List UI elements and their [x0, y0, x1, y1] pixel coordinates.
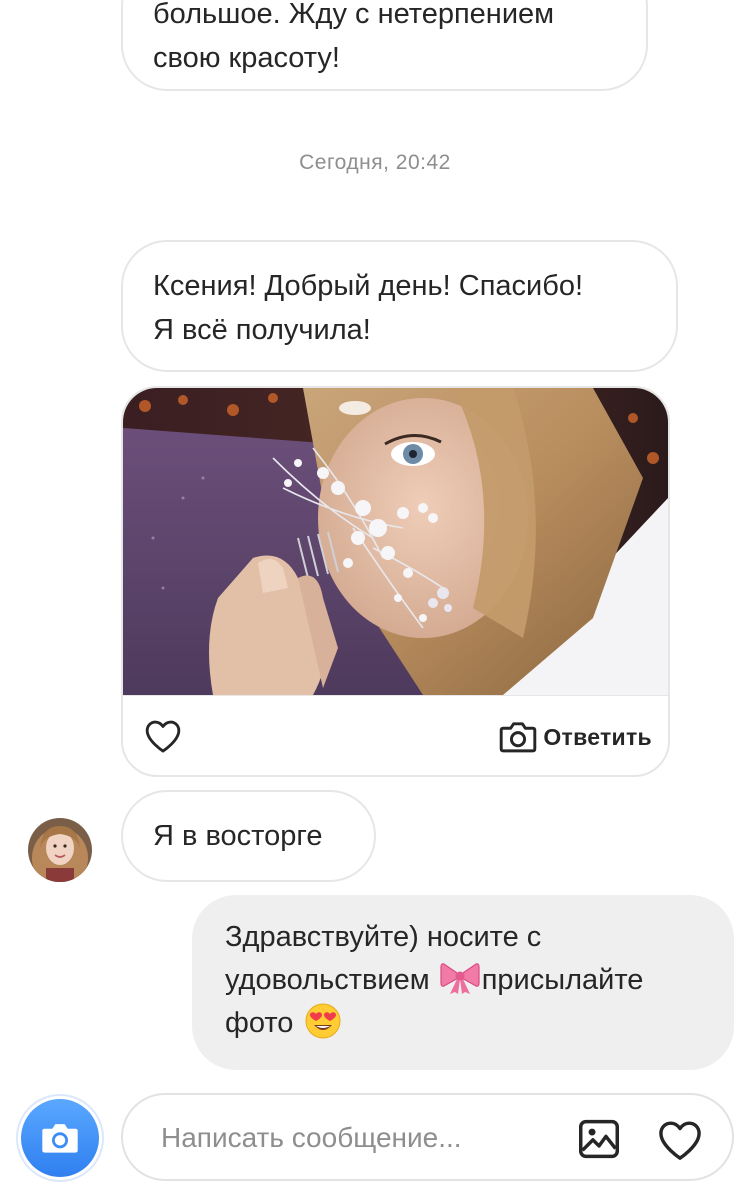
heart-eyes-emoji — [305, 1003, 340, 1039]
story-photo[interactable] — [123, 388, 668, 695]
message-text: большое. Жду с нетерпением свою красоту! — [153, 0, 555, 74]
heart-outline-icon[interactable] — [656, 1119, 704, 1161]
avatar[interactable] — [28, 818, 92, 882]
incoming-message-bubble[interactable]: Я в восторге — [121, 790, 376, 882]
message-text: Здравствуйте) носите с — [225, 921, 542, 953]
heart-outline-icon[interactable] — [144, 718, 182, 754]
incoming-message-bubble[interactable]: большое. Жду с нетерпением свою красоту! — [121, 0, 648, 91]
story-reply-card[interactable]: Ответить — [121, 386, 670, 777]
message-text: удовольствием — [225, 964, 438, 996]
camera-outline-icon — [500, 722, 537, 753]
message-text: присылайте — [481, 964, 644, 996]
message-text: Я в восторге — [153, 820, 323, 852]
reply-button[interactable]: Ответить — [499, 720, 652, 754]
gallery-icon[interactable] — [578, 1119, 620, 1159]
message-timestamp: Сегодня, 20:42 — [299, 151, 451, 174]
ribbon-emoji — [440, 963, 480, 995]
message-composer[interactable] — [121, 1093, 734, 1181]
message-text: фото — [225, 1007, 302, 1039]
reply-label: Ответить — [543, 723, 652, 750]
outgoing-message-bubble[interactable]: Здравствуйте) носите с удовольствием при… — [192, 895, 734, 1070]
message-line: Здравствуйте) носите с — [225, 916, 704, 959]
message-input[interactable] — [159, 1109, 563, 1167]
message-text: Ксения! Добрый день! Спасибо! Я всё полу… — [153, 270, 584, 346]
camera-button[interactable] — [16, 1094, 104, 1182]
message-line: удовольствием присылайте — [225, 959, 704, 1002]
camera-button-fill — [21, 1099, 99, 1177]
message-line: фото — [225, 1002, 704, 1045]
incoming-message-bubble[interactable]: Ксения! Добрый день! Спасибо! Я всё полу… — [121, 240, 678, 372]
card-divider — [123, 695, 668, 696]
camera-icon — [42, 1124, 78, 1153]
